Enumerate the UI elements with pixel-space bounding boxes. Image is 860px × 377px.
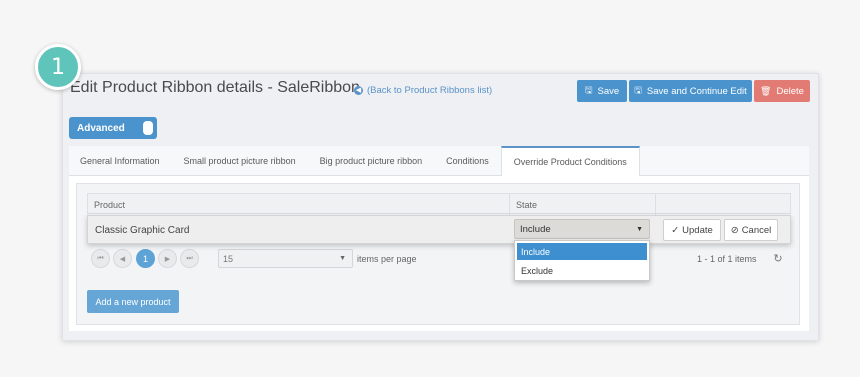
delete-button-label: Delete (776, 85, 804, 97)
column-header-state[interactable]: State (510, 194, 656, 215)
page-title: Edit Product Ribbon details - SaleRibbon (70, 79, 360, 96)
first-page-icon[interactable]: ⏮ (91, 249, 110, 268)
items-per-page-label: items per page (357, 253, 417, 264)
product-cell: Classic Graphic Card (95, 225, 190, 236)
trash-icon: 🗑 (760, 85, 772, 96)
tab-small-product-picture-ribbon[interactable]: Small product picture ribbon (172, 146, 308, 176)
current-page-button[interactable]: 1 (136, 249, 155, 268)
pager-info: 1 - 1 of 1 items (697, 253, 757, 264)
save-button-label: Save (597, 85, 620, 97)
delete-button[interactable]: 🗑 Delete (754, 80, 810, 102)
floppy-disk-icon: 🖫 (584, 85, 593, 95)
tab-big-product-picture-ribbon[interactable]: Big product picture ribbon (308, 146, 435, 176)
tab-general-information[interactable]: General Information (69, 146, 172, 176)
back-link-label: (Back to Product Ribbons list) (367, 85, 493, 96)
refresh-icon[interactable]: ↻ (772, 250, 784, 267)
state-dropdown-list: Include Exclude (514, 240, 650, 281)
caret-down-icon: ▼ (636, 225, 643, 233)
floppy-disk-icon: 🖫 (634, 85, 642, 95)
save-and-continue-label: Save and Continue Edit (646, 85, 747, 97)
advanced-toggle-label: Advanced (77, 122, 125, 134)
advanced-toggle[interactable]: Advanced (69, 117, 157, 139)
back-arrow-icon: ◀ (354, 86, 363, 95)
page-size-select[interactable]: 15 ▼ (218, 249, 353, 268)
previous-page-icon[interactable]: ◀ (113, 249, 132, 268)
tab-conditions[interactable]: Conditions (434, 146, 501, 176)
state-select[interactable]: Include ▼ (514, 219, 650, 239)
state-option-include[interactable]: Include (517, 243, 647, 260)
cancel-button-label: Cancel (741, 224, 772, 236)
state-select-value: Include (520, 223, 551, 235)
back-to-list-link[interactable]: ◀ (Back to Product Ribbons list) (354, 85, 492, 96)
table-row-editing: Classic Graphic Card Include ▼ ✓ Update … (87, 215, 791, 244)
state-option-exclude[interactable]: Exclude (517, 262, 647, 279)
tab-override-product-conditions[interactable]: Override Product Conditions (500, 146, 640, 177)
next-page-icon[interactable]: ▶ (158, 249, 177, 268)
tab-bar: General Information Small product pictur… (69, 146, 809, 177)
last-page-icon[interactable]: ⏭ (180, 249, 199, 268)
step-badge: 1 (35, 44, 81, 90)
cancel-button[interactable]: ⊘ Cancel (724, 219, 778, 241)
toggle-knob (143, 121, 153, 135)
column-header-product[interactable]: Product (88, 194, 510, 215)
grid-header: Product State (87, 193, 791, 215)
step-number: 1 (51, 54, 65, 80)
pager: ⏮ ◀ 1 ▶ ⏭ 15 ▼ items per page 1 - 1 of 1… (87, 247, 791, 271)
page-size-value: 15 (223, 253, 234, 264)
save-and-continue-button[interactable]: 🖫 Save and Continue Edit (629, 80, 752, 102)
add-new-product-button[interactable]: Add a new product (87, 290, 179, 313)
update-button[interactable]: ✓ Update (663, 219, 721, 241)
checkmark-icon: ✓ (671, 224, 680, 236)
cancel-icon: ⊘ (730, 224, 739, 236)
save-button[interactable]: 🖫 Save (577, 80, 627, 102)
update-button-label: Update (682, 224, 713, 236)
caret-down-icon: ▼ (339, 255, 346, 262)
